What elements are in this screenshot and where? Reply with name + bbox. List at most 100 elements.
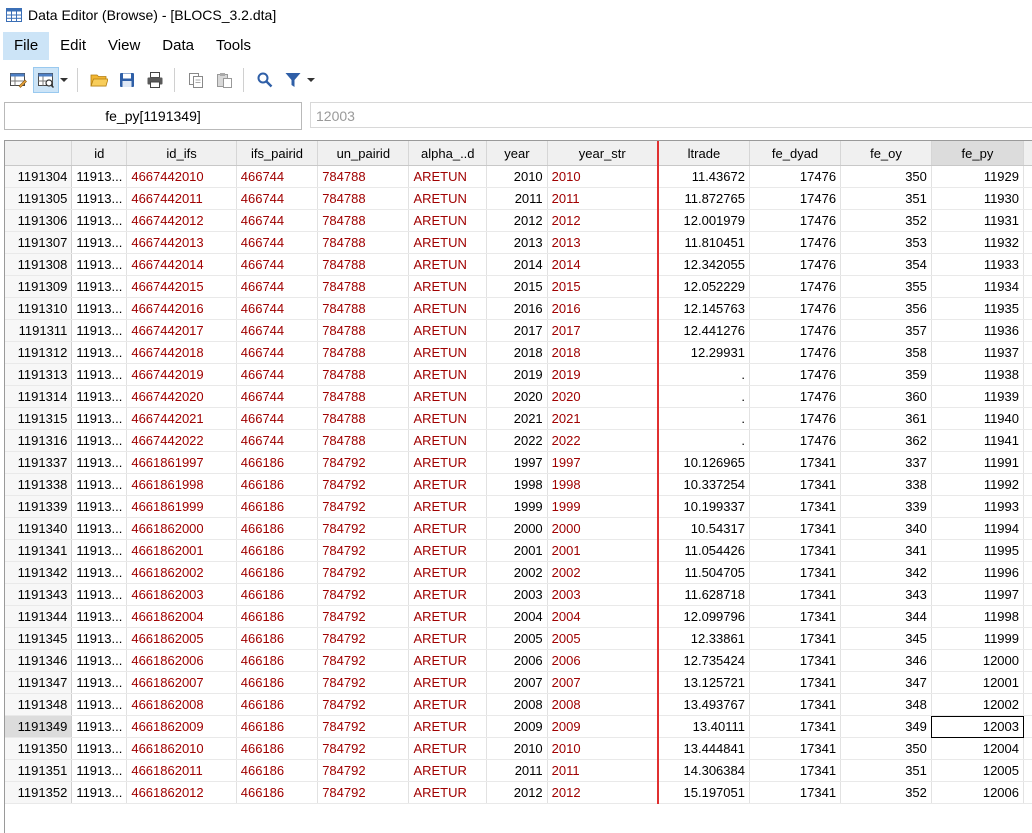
cell-alpha[interactable]: ARETUN (409, 232, 487, 254)
cell-ifs-pairid[interactable]: 466744 (236, 166, 317, 188)
cell-year-str[interactable]: 2012 (547, 782, 658, 804)
table-row[interactable]: 119130711913...4667442013466744784788ARE… (5, 232, 1032, 254)
table-row[interactable]: 119134811913...4661862008466186784792ARE… (5, 694, 1032, 716)
cell-year-str[interactable]: 2012 (547, 210, 658, 232)
cell-year[interactable]: 2018 (487, 342, 548, 364)
cell-alpha[interactable]: ARETUR (409, 606, 487, 628)
cell-fe-oy[interactable]: 352 (841, 210, 932, 232)
cell-alpha[interactable]: ARETUR (409, 716, 487, 738)
cell-year[interactable]: 2000 (487, 518, 548, 540)
row-number-cell[interactable]: 1191342 (5, 562, 72, 584)
table-row[interactable]: 119133711913...4661861997466186784792ARE… (5, 452, 1032, 474)
cell-id[interactable]: 11913... (72, 188, 127, 210)
cell-fe-oy[interactable]: 354 (841, 254, 932, 276)
cell-year-str[interactable]: 2018 (547, 342, 658, 364)
cell-un-pairid[interactable]: 784792 (318, 760, 409, 782)
cell-ltrade[interactable]: 12.099796 (658, 606, 750, 628)
cell-ifs-pairid[interactable]: 466186 (236, 650, 317, 672)
cell-id[interactable]: 11913... (72, 254, 127, 276)
cell-id[interactable]: 11913... (72, 694, 127, 716)
cell-fe-oy[interactable]: 358 (841, 342, 932, 364)
table-row[interactable]: 119133911913...4661861999466186784792ARE… (5, 496, 1032, 518)
cell-un-pairid[interactable]: 784792 (318, 452, 409, 474)
cell-fe-dyad[interactable]: 17476 (749, 254, 840, 276)
cell-fe-py[interactable]: 11994 (931, 518, 1023, 540)
cell-id[interactable]: 11913... (72, 760, 127, 782)
cell-year-str[interactable]: 2001 (547, 540, 658, 562)
cell-ltrade[interactable]: 12.342055 (658, 254, 750, 276)
cell-fe-dyad[interactable]: 17476 (749, 232, 840, 254)
cell-fe-py[interactable]: 12002 (931, 694, 1023, 716)
cell-year[interactable]: 2020 (487, 386, 548, 408)
cell-alpha[interactable]: ARETUR (409, 496, 487, 518)
menu-view[interactable]: View (97, 32, 151, 60)
table-row[interactable]: 119133811913...4661861998466186784792ARE… (5, 474, 1032, 496)
cell-un-pairid[interactable]: 784792 (318, 628, 409, 650)
column-header[interactable]: fe_dyad (749, 141, 840, 166)
cell-fe-py[interactable]: 11938 (931, 364, 1023, 386)
cell-id-ifs[interactable]: 4667442016 (127, 298, 236, 320)
cell-year[interactable]: 2001 (487, 540, 548, 562)
cell-fe-oy[interactable]: 346 (841, 650, 932, 672)
cell-id[interactable]: 11913... (72, 518, 127, 540)
cell-fe-dyad[interactable]: 17341 (749, 518, 840, 540)
cell-ifs-pairid[interactable]: 466744 (236, 408, 317, 430)
cell-id[interactable]: 11913... (72, 430, 127, 452)
cell-id[interactable]: 11913... (72, 716, 127, 738)
cell-id[interactable]: 11913... (72, 364, 127, 386)
table-row[interactable]: 119131011913...4667442016466744784788ARE… (5, 298, 1032, 320)
cell-alpha[interactable]: ARETUR (409, 474, 487, 496)
cell-un-pairid[interactable]: 784788 (318, 254, 409, 276)
data-grid[interactable]: id id_ifs ifs_pairid un_pairid alpha_..d… (4, 140, 1032, 833)
cell-ltrade[interactable]: 11.810451 (658, 232, 750, 254)
cell-un-pairid[interactable]: 784792 (318, 540, 409, 562)
cell-alpha[interactable]: ARETUN (409, 408, 487, 430)
cell-ifs-pairid[interactable]: 466186 (236, 518, 317, 540)
cell-fe-dyad[interactable]: 17341 (749, 628, 840, 650)
cell-ifs-pairid[interactable]: 466744 (236, 210, 317, 232)
row-number-cell[interactable]: 1191310 (5, 298, 72, 320)
cell-id[interactable]: 11913... (72, 738, 127, 760)
cell-year[interactable]: 2013 (487, 232, 548, 254)
cell-fe-dyad[interactable]: 17476 (749, 430, 840, 452)
cell-year[interactable]: 2003 (487, 584, 548, 606)
cell-un-pairid[interactable]: 784792 (318, 672, 409, 694)
cell-year[interactable]: 1998 (487, 474, 548, 496)
table-row[interactable]: 119135111913...4661862011466186784792ARE… (5, 760, 1032, 782)
table-row[interactable]: 119134611913...4661862006466186784792ARE… (5, 650, 1032, 672)
cell-year-str[interactable]: 1998 (547, 474, 658, 496)
cell-un-pairid[interactable]: 784788 (318, 342, 409, 364)
cell-ltrade[interactable]: 10.54317 (658, 518, 750, 540)
cell-ltrade[interactable]: . (658, 430, 750, 452)
cell-fe-py[interactable]: 12004 (931, 738, 1023, 760)
filter-dropdown-button[interactable] (306, 67, 316, 93)
cell-fe-py[interactable]: 11991 (931, 452, 1023, 474)
cell-ifs-pairid[interactable]: 466744 (236, 430, 317, 452)
copy-button[interactable] (183, 67, 209, 93)
cell-ltrade[interactable]: 10.126965 (658, 452, 750, 474)
cell-year[interactable]: 2016 (487, 298, 548, 320)
cell-fe-oy[interactable]: 338 (841, 474, 932, 496)
cell-fe-dyad[interactable]: 17341 (749, 760, 840, 782)
cell-fe-py[interactable]: 11998 (931, 606, 1023, 628)
save-button[interactable] (114, 67, 140, 93)
cell-alpha[interactable]: ARETUR (409, 694, 487, 716)
cell-fe-oy[interactable]: 350 (841, 166, 932, 188)
table-row[interactable]: 119130611913...4667442012466744784788ARE… (5, 210, 1032, 232)
cell-ifs-pairid[interactable]: 466744 (236, 188, 317, 210)
cell-alpha[interactable]: ARETUN (409, 188, 487, 210)
cell-fe-oy[interactable]: 337 (841, 452, 932, 474)
cell-fe-dyad[interactable]: 17341 (749, 716, 840, 738)
cell-fe-py[interactable]: 11992 (931, 474, 1023, 496)
cell-ifs-pairid[interactable]: 466186 (236, 452, 317, 474)
cell-fe-dyad[interactable]: 17341 (749, 694, 840, 716)
cell-ltrade[interactable]: 14.306384 (658, 760, 750, 782)
cell-un-pairid[interactable]: 784788 (318, 188, 409, 210)
cell-un-pairid[interactable]: 784788 (318, 386, 409, 408)
cell-alpha[interactable]: ARETUN (409, 210, 487, 232)
table-row[interactable]: 119131311913...4667442019466744784788ARE… (5, 364, 1032, 386)
cell-un-pairid[interactable]: 784788 (318, 210, 409, 232)
cell-ltrade[interactable]: 12.441276 (658, 320, 750, 342)
cell-fe-oy[interactable]: 349 (841, 716, 932, 738)
row-number-cell[interactable]: 1191307 (5, 232, 72, 254)
